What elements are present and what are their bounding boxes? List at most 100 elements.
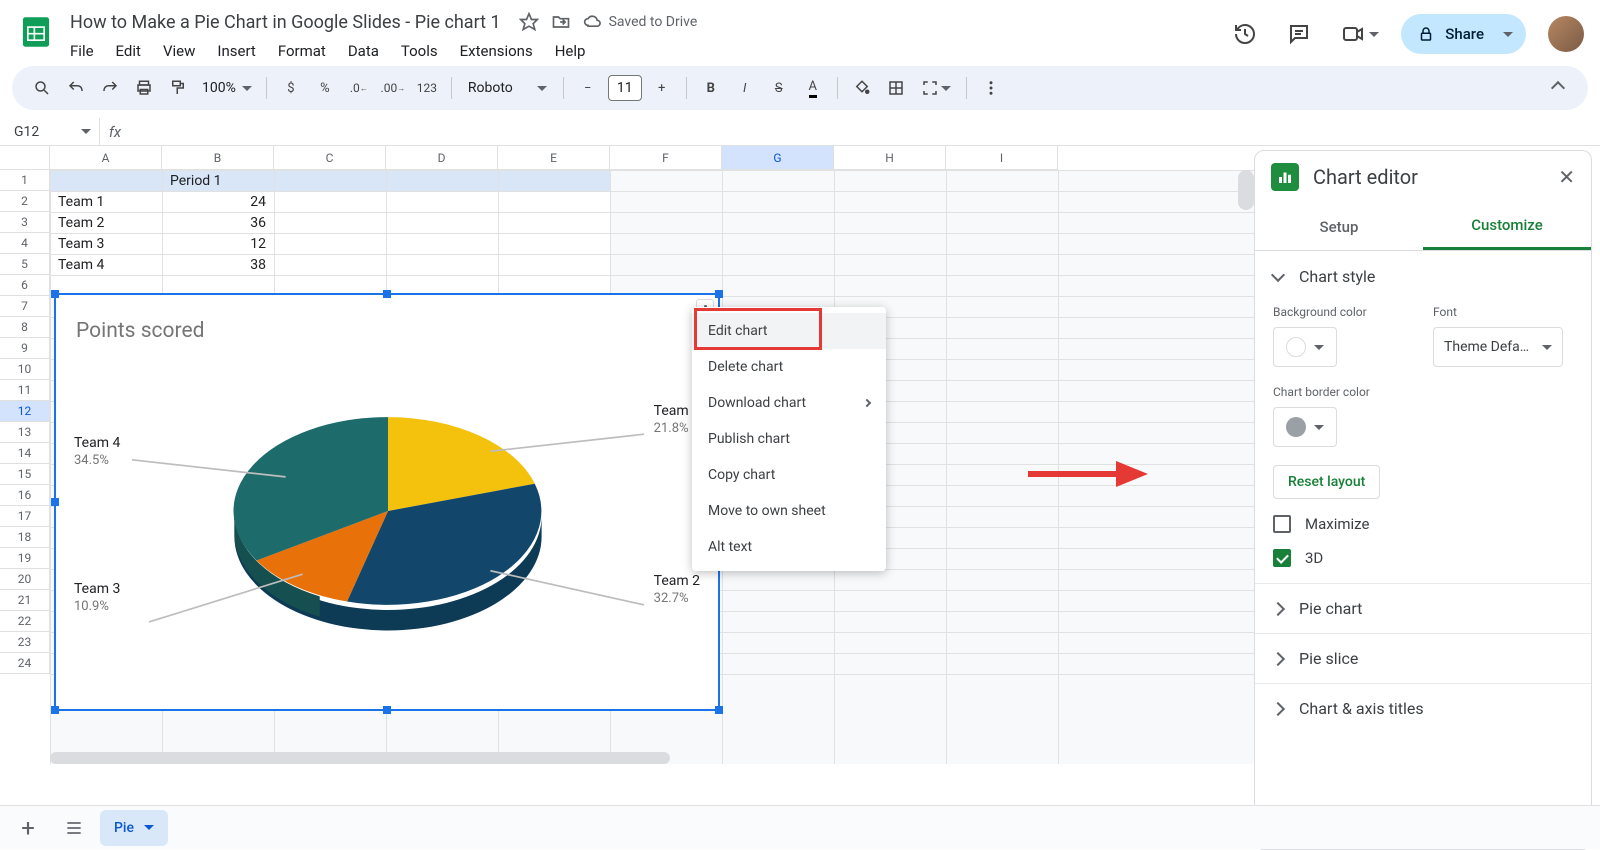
print-icon[interactable] <box>128 72 160 104</box>
formula-input[interactable] <box>130 118 1600 145</box>
currency-button[interactable]: $ <box>275 72 307 104</box>
row-21[interactable]: 21 <box>0 590 50 611</box>
strike-button[interactable]: S <box>763 72 795 104</box>
horizontal-scrollbar[interactable] <box>50 752 670 764</box>
sheets-logo-icon[interactable] <box>16 12 56 52</box>
border-color-button[interactable] <box>1273 407 1337 447</box>
name-box[interactable]: G12 <box>0 118 100 145</box>
menu-file[interactable]: File <box>64 38 104 64</box>
reset-layout-button[interactable]: Reset layout <box>1273 465 1380 499</box>
select-all-corner[interactable] <box>0 146 50 170</box>
menu-insert[interactable]: Insert <box>207 38 265 64</box>
row-4[interactable]: 4 <box>0 233 50 254</box>
3d-checkbox-row[interactable]: 3D <box>1273 549 1573 567</box>
search-menus-icon[interactable] <box>26 72 58 104</box>
decrease-decimal-button[interactable]: .0← <box>343 72 375 104</box>
row-15[interactable]: 15 <box>0 464 50 485</box>
ctx-download-chart[interactable]: Download chart <box>692 385 886 421</box>
merge-button[interactable] <box>914 72 958 104</box>
col-F[interactable]: F <box>610 146 722 170</box>
italic-button[interactable]: I <box>729 72 761 104</box>
sheet-tab-pie[interactable]: Pie <box>100 810 168 846</box>
row-23[interactable]: 23 <box>0 632 50 653</box>
zoom-select[interactable]: 100% <box>196 80 258 96</box>
bold-button[interactable]: B <box>695 72 727 104</box>
row-19[interactable]: 19 <box>0 548 50 569</box>
font-select[interactable]: Roboto <box>460 80 555 96</box>
row-17[interactable]: 17 <box>0 506 50 527</box>
row-6[interactable]: 6 <box>0 275 50 296</box>
cell-A2[interactable]: Team 1 <box>54 191 162 212</box>
ctx-alt-text[interactable]: Alt text <box>692 529 886 565</box>
text-color-button[interactable]: A <box>797 72 829 104</box>
number-format-button[interactable]: 123 <box>411 72 443 104</box>
account-avatar[interactable] <box>1548 16 1584 52</box>
menu-view[interactable]: View <box>153 38 205 64</box>
move-folder-icon[interactable] <box>551 12 571 32</box>
cell-B5[interactable]: 38 <box>162 254 270 275</box>
section-pie-slice[interactable]: Pie slice <box>1255 633 1591 683</box>
fill-color-button[interactable] <box>846 72 878 104</box>
doc-title[interactable]: How to Make a Pie Chart in Google Slides… <box>64 10 507 35</box>
tab-customize[interactable]: Customize <box>1423 203 1591 250</box>
font-size-plus[interactable]: + <box>646 72 678 104</box>
menu-edit[interactable]: Edit <box>106 38 151 64</box>
row-13[interactable]: 13 <box>0 422 50 443</box>
col-E[interactable]: E <box>498 146 610 170</box>
row-18[interactable]: 18 <box>0 527 50 548</box>
row-3[interactable]: 3 <box>0 212 50 233</box>
vertical-scrollbar[interactable] <box>1238 170 1254 210</box>
row-11[interactable]: 11 <box>0 380 50 401</box>
col-D[interactable]: D <box>386 146 498 170</box>
chart-font-select[interactable]: Theme Defa… <box>1433 327 1563 367</box>
row-5[interactable]: 5 <box>0 254 50 275</box>
comments-icon[interactable] <box>1279 14 1319 54</box>
row-16[interactable]: 16 <box>0 485 50 506</box>
cell-B1[interactable]: Period 1 <box>166 170 274 191</box>
share-button[interactable]: Share <box>1401 14 1526 54</box>
col-I[interactable]: I <box>946 146 1058 170</box>
ctx-edit-chart[interactable]: Edit chart <box>692 313 886 349</box>
row-20[interactable]: 20 <box>0 569 50 590</box>
all-sheets-button[interactable] <box>54 808 94 848</box>
undo-icon[interactable] <box>60 72 92 104</box>
paint-format-icon[interactable] <box>162 72 194 104</box>
percent-button[interactable]: % <box>309 72 341 104</box>
cell-A5[interactable]: Team 4 <box>54 254 162 275</box>
section-pie-chart[interactable]: Pie chart <box>1255 583 1591 633</box>
row-22[interactable]: 22 <box>0 611 50 632</box>
row-10[interactable]: 10 <box>0 359 50 380</box>
row-12[interactable]: 12 <box>0 401 50 422</box>
section-chart-style[interactable]: Chart style <box>1255 251 1591 301</box>
cell-B2[interactable]: 24 <box>162 191 270 212</box>
menu-tools[interactable]: Tools <box>391 38 448 64</box>
menu-help[interactable]: Help <box>545 38 596 64</box>
row-7[interactable]: 7 <box>0 296 50 317</box>
ctx-move-to-own-sheet[interactable]: Move to own sheet <box>692 493 886 529</box>
close-sidebar-icon[interactable]: ✕ <box>1558 165 1575 189</box>
ctx-copy-chart[interactable]: Copy chart <box>692 457 886 493</box>
font-size-minus[interactable]: − <box>572 72 604 104</box>
more-toolbar-icon[interactable] <box>975 72 1007 104</box>
section-chart-axis-titles[interactable]: Chart & axis titles <box>1255 683 1591 733</box>
collapse-toolbar-icon[interactable] <box>1542 72 1574 104</box>
redo-icon[interactable] <box>94 72 126 104</box>
embedded-chart[interactable]: Points scored <box>54 293 720 711</box>
col-C[interactable]: C <box>274 146 386 170</box>
add-sheet-button[interactable]: + <box>8 808 48 848</box>
menu-format[interactable]: Format <box>268 38 336 64</box>
tab-setup[interactable]: Setup <box>1255 203 1423 250</box>
bg-color-button[interactable] <box>1273 327 1337 367</box>
row-9[interactable]: 9 <box>0 338 50 359</box>
cell-A3[interactable]: Team 2 <box>54 212 162 233</box>
share-dropdown[interactable] <box>1494 20 1522 48</box>
ctx-publish-chart[interactable]: Publish chart <box>692 421 886 457</box>
row-8[interactable]: 8 <box>0 317 50 338</box>
borders-button[interactable] <box>880 72 912 104</box>
cloud-status[interactable]: Saved to Drive <box>583 12 698 32</box>
maximize-checkbox-row[interactable]: Maximize <box>1273 515 1573 533</box>
meet-icon[interactable] <box>1333 14 1387 54</box>
history-icon[interactable] <box>1225 14 1265 54</box>
row-1[interactable]: 1 <box>0 170 50 191</box>
cell-B4[interactable]: 12 <box>162 233 270 254</box>
